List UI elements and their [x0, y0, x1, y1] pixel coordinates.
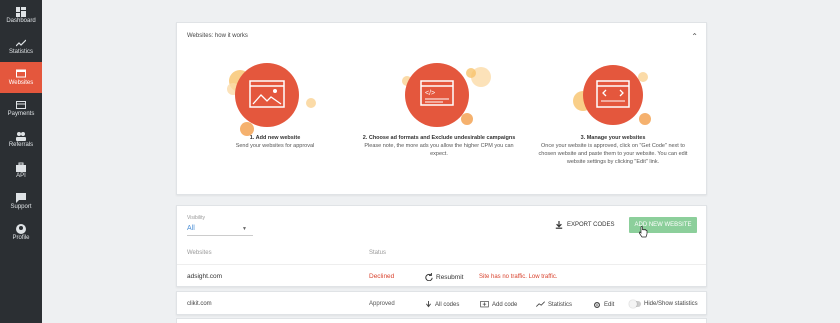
step-1: 1. Add new website Send your websites fo…	[195, 61, 355, 191]
sidebar-item-label: Referrals	[8, 141, 34, 148]
decline-reason: Site has no traffic. Low traffic.	[479, 274, 558, 280]
filter-label: Visibility	[187, 215, 205, 221]
add-code-button[interactable]: Add code	[480, 301, 517, 308]
step-2-title: 2. Choose ad formats and Exclude undesir…	[362, 135, 516, 141]
edit-label: Edit	[604, 302, 615, 308]
manage-websites-illustration	[573, 65, 651, 125]
sidebar-item-dashboard[interactable]: Dashboard	[0, 0, 42, 31]
toggle-switch[interactable]	[629, 300, 641, 308]
statistics-icon	[536, 301, 545, 307]
download-icon	[555, 221, 563, 229]
refresh-icon	[425, 273, 433, 281]
payments-icon	[15, 100, 27, 110]
dashboard-icon	[15, 6, 27, 17]
ad-format-illustration: </>	[402, 63, 491, 127]
visibility-select[interactable]: All ▼	[187, 222, 253, 236]
add-code-icon	[480, 301, 489, 308]
caret-down-icon: ▼	[242, 226, 247, 232]
visibility-select-value: All	[187, 225, 195, 232]
referrals-icon	[15, 131, 27, 141]
status-badge: Declined	[369, 273, 395, 280]
step-1-title: 1. Add new website	[249, 135, 301, 141]
statistics-icon	[15, 38, 27, 48]
resubmit-label: Resubmit	[436, 273, 464, 281]
sidebar-item-label: Payments	[7, 110, 35, 117]
add-website-illustration	[227, 63, 316, 136]
get-codes-label: All codes	[435, 301, 460, 308]
add-code-label: Add code	[492, 301, 518, 308]
sidebar-item-payments[interactable]: Payments	[0, 93, 42, 124]
table-row: clikit.com Approved All codes Add code S…	[176, 291, 707, 315]
edit-button[interactable]: Edit	[593, 301, 614, 309]
statistics-label: Statistics	[548, 301, 573, 308]
sidebar-item-label: API	[16, 172, 26, 179]
sidebar-item-label: Dashboard	[6, 17, 36, 24]
sidebar-item-label: Profile	[12, 234, 30, 241]
sidebar: Dashboard Statistics Websites Payments R…	[0, 0, 42, 323]
sidebar-item-websites[interactable]: Websites	[0, 62, 42, 93]
get-codes-button[interactable]: All codes	[425, 301, 459, 308]
sidebar-item-label: Statistics	[8, 48, 33, 55]
column-header-status: Status	[369, 250, 387, 256]
row-divider	[177, 264, 706, 265]
api-icon	[15, 162, 27, 172]
support-icon	[15, 192, 27, 203]
website-name: adsight.com	[187, 273, 223, 280]
step-2: </> 2. Choose ad formats and Exclude und…	[359, 61, 519, 191]
sidebar-item-label: Websites	[8, 79, 34, 86]
step-1-text: Send your websites for approval	[235, 143, 315, 149]
sidebar-item-api[interactable]: API	[0, 155, 42, 186]
sidebar-item-profile[interactable]: Profile	[0, 217, 42, 248]
column-header-websites: Websites	[187, 250, 212, 256]
website-name: clikit.com	[187, 301, 212, 307]
svg-text:</>: </>	[425, 90, 435, 97]
step-2-text: Please note, the more ads you allow the …	[364, 143, 514, 157]
step-3: 3. Manage your websites Once your websit…	[533, 61, 693, 191]
sidebar-item-statistics[interactable]: Statistics	[0, 31, 42, 62]
resubmit-button[interactable]: Resubmit	[425, 273, 463, 281]
download-icon	[426, 301, 431, 308]
profile-icon	[15, 223, 27, 234]
websites-icon	[15, 69, 27, 79]
statistics-button[interactable]: Statistics	[536, 301, 572, 308]
how-it-works-title: Websites: how it works	[187, 33, 248, 39]
step-3-title: 3. Manage your websites	[580, 135, 646, 141]
hand-cursor-icon	[638, 226, 648, 238]
sidebar-item-support[interactable]: Support	[0, 186, 42, 217]
websites-list-panel: Visibility All ▼ EXPORT CODES ADD NEW WE…	[176, 205, 707, 287]
statistics-toggle[interactable]: Hide/Show statistics	[629, 300, 698, 308]
chevron-up-icon[interactable]: ⌃	[691, 32, 698, 41]
toggle-label: Hide/Show statistics	[644, 301, 698, 307]
sidebar-item-label: Support	[10, 203, 32, 210]
export-codes-button[interactable]: EXPORT CODES	[555, 218, 614, 232]
how-it-works-panel: Websites: how it works ⌃ 1. Add new webs…	[176, 22, 707, 195]
status-badge: Approved	[369, 301, 395, 307]
next-row-strip	[176, 318, 707, 323]
step-3-text: Once your website is approved, click on …	[538, 143, 688, 165]
export-codes-label: EXPORT CODES	[567, 222, 615, 228]
gear-icon	[594, 302, 600, 308]
sidebar-item-referrals[interactable]: Referrals	[0, 124, 42, 155]
